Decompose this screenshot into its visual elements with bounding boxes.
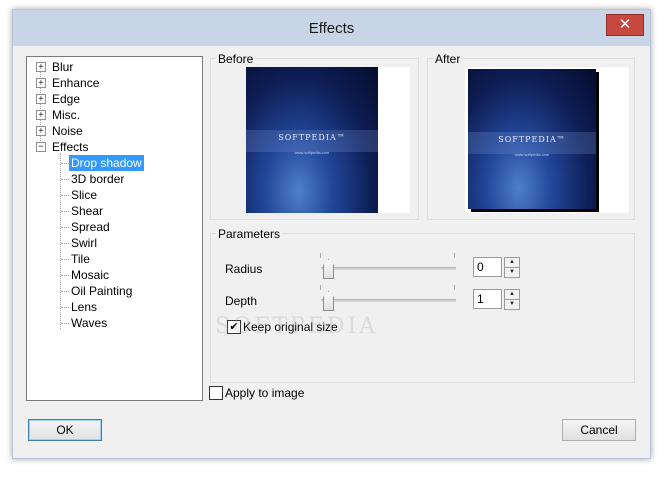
dialog-body: + Blur + Enhance + Edge + Misc. + Noise … <box>19 46 643 451</box>
radius-slider-thumb[interactable] <box>323 259 334 279</box>
tree-item-label: Lens <box>71 300 98 314</box>
tree-connector <box>61 243 69 244</box>
tree-item-label: 3D border <box>71 172 125 186</box>
parameters-label: Parameters <box>216 227 283 241</box>
tree-connector <box>61 307 69 308</box>
radius-spin-down[interactable]: ▼ <box>504 267 520 278</box>
after-preview-frame: SOFTPEDIA™ www.softpedia.com <box>465 67 629 213</box>
effects-tree[interactable]: + Blur + Enhance + Edge + Misc. + Noise … <box>26 56 203 401</box>
apply-to-image-checkbox[interactable] <box>209 386 223 400</box>
tree-item-label: Shear <box>71 204 104 218</box>
softpedia-url: www.softpedia.com <box>514 152 550 157</box>
radius-slider-track[interactable] <box>321 267 456 270</box>
expand-icon[interactable]: + <box>36 126 46 136</box>
softpedia-watermark: SOFTPEDIA <box>215 314 379 339</box>
softpedia-logo: SOFTPEDIA™ <box>498 135 566 144</box>
slider-tick <box>454 253 455 258</box>
tree-connector <box>61 195 69 196</box>
depth-slider-thumb[interactable] <box>323 291 334 311</box>
tree-item-label: Waves <box>71 316 108 330</box>
expand-icon[interactable]: + <box>36 94 46 104</box>
close-button[interactable]: ✕ <box>606 14 644 36</box>
tree-item-label: Blur <box>52 60 74 74</box>
tree-item-label: Mosaic <box>71 268 110 282</box>
expand-icon[interactable]: + <box>36 62 46 72</box>
before-preview-image: SOFTPEDIA™ www.softpedia.com <box>246 67 378 213</box>
slider-tick <box>320 253 321 258</box>
expand-icon[interactable]: + <box>36 110 46 120</box>
after-group: After SOFTPEDIA™ www.softpedia.com <box>427 52 635 220</box>
close-icon: ✕ <box>618 16 632 33</box>
tree-connector <box>61 275 69 276</box>
depth-input[interactable]: 1 <box>473 289 502 309</box>
tree-item-label: Noise <box>52 124 83 138</box>
window-title: Effects <box>308 20 355 37</box>
tree-connector <box>61 163 69 164</box>
before-preview-frame: SOFTPEDIA™ www.softpedia.com <box>246 67 410 213</box>
tree-item-label: Misc. <box>52 108 80 122</box>
title-bar[interactable]: Effects ✕ <box>13 10 650 46</box>
tree-item-label: Slice <box>71 188 98 202</box>
ok-button[interactable]: OK <box>28 419 102 441</box>
slider-tick <box>454 285 455 290</box>
cancel-button[interactable]: Cancel <box>562 419 636 441</box>
tree-item-label: Tile <box>71 252 90 266</box>
effects-dialog: Effects ✕ + Blur + Enhance + Edge + Misc… <box>12 9 651 459</box>
softpedia-logo: SOFTPEDIA™ <box>278 133 346 142</box>
after-label: After <box>433 52 463 66</box>
expand-icon[interactable]: + <box>36 78 46 88</box>
tree-item-label: Oil Painting <box>71 284 133 298</box>
tree-item-label: Spread <box>71 220 110 234</box>
radius-label: Radius <box>225 262 263 276</box>
before-label: Before <box>216 52 256 66</box>
tree-connector <box>61 259 69 260</box>
tree-connector <box>61 291 69 292</box>
depth-slider-track[interactable] <box>321 299 456 302</box>
parameters-group: Parameters Radius 0 ▲ ▼ Depth 1 ▲ ▼ ✔ Ke… <box>210 227 635 383</box>
tree-item-label: Edge <box>52 92 81 106</box>
radius-input[interactable]: 0 <box>473 257 502 277</box>
apply-to-image-label[interactable]: Apply to image <box>225 386 304 400</box>
tree-item-label: Swirl <box>71 236 97 250</box>
tree-item-label: Enhance <box>52 76 100 90</box>
tree-connector <box>61 179 69 180</box>
after-preview-image: SOFTPEDIA™ www.softpedia.com <box>468 69 596 209</box>
tree-connector <box>61 227 69 228</box>
tree-item-label: Drop shadow <box>69 155 144 171</box>
tree-item-label: Effects <box>52 140 89 154</box>
tree-connector <box>61 323 69 324</box>
tree-connector <box>61 211 69 212</box>
slider-tick <box>320 285 321 290</box>
depth-label: Depth <box>225 294 258 308</box>
collapse-icon[interactable]: − <box>36 142 46 152</box>
softpedia-url: www.softpedia.com <box>294 150 330 155</box>
before-group: Before SOFTPEDIA™ www.softpedia.com <box>210 52 419 220</box>
depth-spin-down[interactable]: ▼ <box>504 299 520 310</box>
